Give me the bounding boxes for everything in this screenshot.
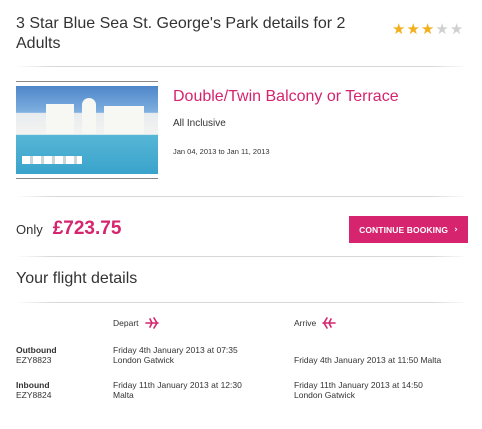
total-price: £723.75 [52, 218, 122, 239]
inbound-depart: Friday 11th January 2013 at 12:30 Malta [113, 380, 242, 400]
depart-place: London Gatwick [113, 355, 174, 365]
depart-time: Friday 11th January 2013 at 12:30 [113, 380, 242, 390]
room-name: Double/Twin Balcony or Terrace [173, 88, 399, 105]
depart-label: Depart [113, 318, 139, 328]
arrive-place: London Gatwick [294, 390, 355, 400]
hotel-photo [16, 81, 158, 179]
divider [16, 302, 468, 303]
divider [16, 196, 468, 197]
star-rating: ★ ★ ★ ★ ★ [392, 22, 463, 37]
hotel-pool-photo [16, 86, 158, 174]
price-prefix: Only [16, 222, 43, 237]
hotel-title: 3 Star Blue Sea St. George's Park detail… [16, 15, 346, 52]
plane-arrive-icon [322, 317, 337, 329]
stay-dates: Jan 04, 2013 to Jan 11, 2013 [173, 147, 270, 156]
star-icon: ★ [406, 20, 420, 38]
board-basis: All Inclusive [173, 118, 226, 129]
star-icon: ★ [392, 20, 406, 38]
continue-booking-button[interactable]: CONTINUE BOOKING › [349, 216, 468, 243]
arrive-column-header: Arrive [294, 317, 337, 329]
flight-details-heading: Your flight details [16, 270, 138, 287]
star-icon: ★ [449, 20, 464, 38]
chevron-right-icon: › [454, 224, 458, 235]
arrive-place: Friday 4th January 2013 at 11:50 Malta [294, 355, 442, 365]
continue-booking-label: CONTINUE BOOKING [359, 224, 449, 235]
flight-direction: Outbound [16, 345, 57, 355]
hotel-header: 3 Star Blue Sea St. George's Park detail… [16, 14, 376, 54]
arrive-label: Arrive [294, 318, 317, 328]
outbound-depart: Friday 4th January 2013 at 07:35 London … [113, 345, 238, 365]
flight-direction: Inbound [16, 380, 50, 390]
flight-code: EZY8824 [16, 390, 52, 400]
price-row: Only £723.75 [16, 218, 121, 240]
outbound-arrive: Friday 4th January 2013 at 11:50 Malta [294, 345, 441, 365]
outbound-label: Outbound EZY8823 [16, 345, 57, 365]
arrive-time: Friday 11th January 2013 at 14:50 [294, 380, 423, 390]
inbound-label: Inbound EZY8824 [16, 380, 51, 400]
divider [16, 66, 468, 67]
depart-time: Friday 4th January 2013 at 07:35 [113, 345, 238, 355]
arrive-time [294, 345, 441, 355]
divider [16, 256, 468, 257]
depart-place: Malta [113, 390, 134, 400]
plane-depart-icon [144, 317, 159, 329]
inbound-arrive: Friday 11th January 2013 at 14:50 London… [294, 380, 423, 400]
flight-code: EZY8823 [16, 355, 52, 365]
star-icon: ★ [435, 20, 449, 38]
depart-column-header: Depart [113, 317, 159, 329]
star-icon: ★ [420, 20, 435, 38]
